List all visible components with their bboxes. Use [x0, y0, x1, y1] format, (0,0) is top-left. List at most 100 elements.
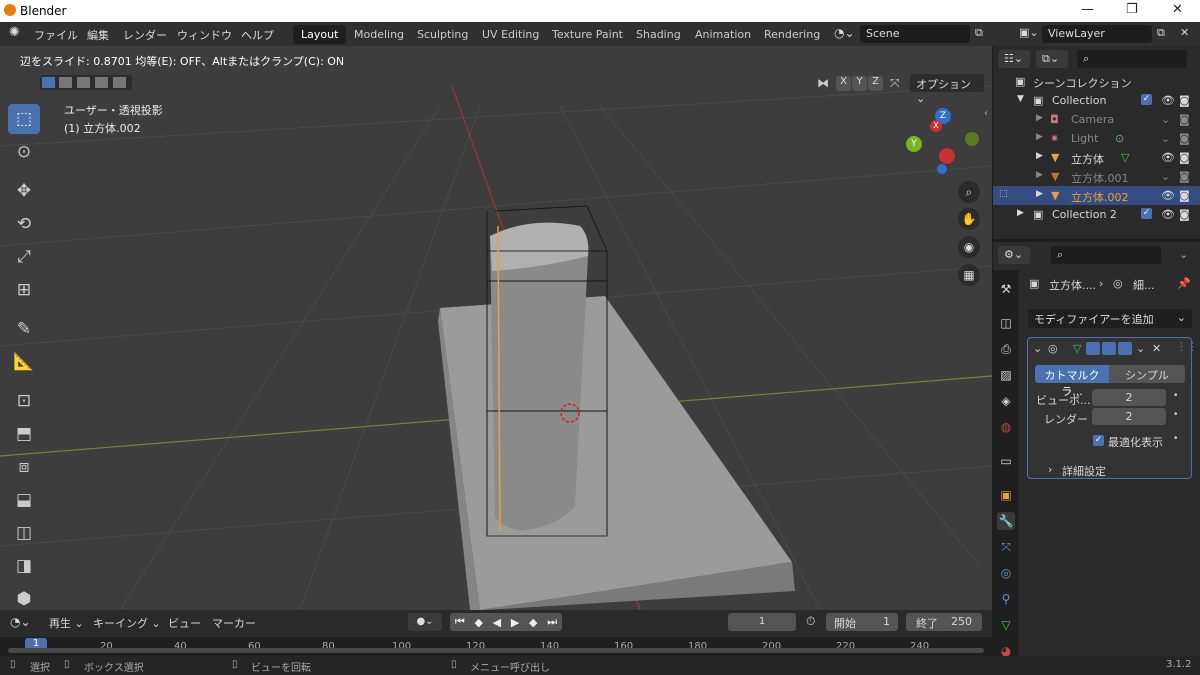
mode-new-icon[interactable]	[42, 77, 55, 88]
menu-edit[interactable]: 編集	[87, 27, 109, 43]
select-mode-buttons[interactable]	[40, 75, 132, 90]
outliner-search-input[interactable]: ⌕	[1077, 50, 1187, 68]
outliner-row-camera[interactable]: ▶ ◘ Camera ⌄ ◙	[993, 110, 1200, 129]
menu-help[interactable]: ヘルプ	[241, 27, 274, 43]
expand-arrow-icon[interactable]: ▶	[1036, 189, 1043, 199]
outliner-row-light[interactable]: ▶ ✷ Light ⊙ ⌄ ◙	[993, 129, 1200, 148]
collection-tab-icon[interactable]: ▭	[997, 452, 1015, 470]
annotate-tool-icon[interactable]: ✎	[8, 314, 40, 344]
visibility-hidden-icon[interactable]: ⌄	[1161, 170, 1170, 183]
visibility-eye-icon[interactable]: 👁	[1161, 151, 1175, 164]
gizmo-y-icon[interactable]: Y	[906, 136, 922, 152]
rotate-tool-icon[interactable]: ⟲	[8, 209, 40, 239]
options-dropdown[interactable]: オプション ⌄	[910, 74, 984, 105]
scene-type-icon[interactable]: ◔⌄	[834, 26, 855, 40]
outliner-row-cube[interactable]: ▶ ▼ 立方体 ▽ 👁 ◙	[993, 148, 1200, 167]
outliner-row-cube-001[interactable]: ▶ ▼ 立方体.001 ⌄ ◙	[993, 167, 1200, 186]
editmode-toggle-icon[interactable]	[1086, 342, 1100, 355]
start-frame-field[interactable]: 開始 1	[826, 613, 898, 631]
properties-search-input[interactable]: ⌕	[1051, 246, 1161, 264]
drag-handle-icon[interactable]: ⋮⋮	[1176, 340, 1198, 353]
render-camera-icon[interactable]: ◙	[1179, 208, 1190, 221]
current-frame-field[interactable]: 1	[728, 613, 796, 631]
mesh-data-icon[interactable]: ▽	[1121, 151, 1129, 164]
camera-view-icon[interactable]: ◉	[958, 236, 980, 258]
measure-tool-icon[interactable]: 📐	[8, 347, 40, 377]
mirror-y-button[interactable]: Y	[852, 76, 867, 91]
view-layer-tab-icon[interactable]: ▨	[997, 366, 1015, 384]
collection-checkbox[interactable]: ✓	[1141, 94, 1152, 105]
3d-viewport[interactable]: 辺をスライド: 0.8701 均等(E): OFF、Altまたはクランプ(C):…	[0, 46, 992, 610]
maximize-button[interactable]: ❐	[1126, 2, 1138, 17]
render-toggle-icon[interactable]	[1118, 342, 1132, 355]
bevel-tool-icon[interactable]: ⬓	[8, 485, 40, 515]
menu-render[interactable]: レンダー	[123, 27, 167, 43]
gizmo-x-icon[interactable]: X	[930, 120, 942, 132]
world-tab-icon[interactable]: ◍	[997, 418, 1015, 436]
mode-intersect-icon[interactable]	[113, 77, 126, 88]
tab-catmull-clark[interactable]: カトマルクラ...	[1035, 365, 1109, 398]
collection-checkbox[interactable]: ✓	[1141, 208, 1152, 219]
add-modifier-dropdown[interactable]: モディファイアーを追加 ⌄	[1028, 309, 1192, 328]
pin-icon[interactable]: 📌	[1177, 277, 1191, 290]
keyframe-dot-icon[interactable]: •	[1173, 410, 1178, 420]
visibility-eye-icon[interactable]: 👁	[1161, 208, 1175, 221]
expand-arrow-icon[interactable]: ▶	[1036, 170, 1043, 180]
tab-sculpting[interactable]: Sculpting	[409, 25, 476, 44]
menu-window[interactable]: ウィンドウ	[177, 27, 232, 43]
knife-tool-icon[interactable]: ◨	[8, 551, 40, 581]
loop-cut-tool-icon[interactable]: ◫	[8, 518, 40, 548]
particles-tab-icon[interactable]: ⤧	[997, 538, 1015, 556]
mode-subtract-icon[interactable]	[77, 77, 90, 88]
mirror-z-button[interactable]: Z	[868, 76, 883, 91]
copy-view-layer-icon[interactable]: ⧉	[1157, 26, 1165, 40]
render-camera-icon[interactable]: ◙	[1179, 189, 1190, 202]
output-tab-icon[interactable]: ⎙	[997, 340, 1015, 358]
tab-layout[interactable]: Layout	[293, 25, 347, 44]
gizmo-neg-y-icon[interactable]	[965, 132, 979, 146]
expand-arrow-icon[interactable]: ▼	[1017, 94, 1024, 104]
marker-menu[interactable]: マーカー	[212, 615, 256, 631]
visibility-eye-icon[interactable]: 👁	[1161, 189, 1175, 202]
visibility-eye-icon[interactable]: 👁	[1161, 94, 1175, 107]
light-data-icon[interactable]: ⊙	[1115, 132, 1124, 145]
ortho-grid-icon[interactable]: ▦	[958, 264, 980, 286]
render-camera-icon[interactable]: ◙	[1179, 170, 1190, 183]
playback-menu[interactable]: 再生 ⌄	[49, 615, 84, 631]
poly-build-tool-icon[interactable]: ⬢	[8, 584, 40, 610]
display-mode-icon[interactable]: ⧉⌄	[1036, 50, 1068, 68]
data-tab-icon[interactable]: ▽	[997, 616, 1015, 634]
expand-arrow-icon[interactable]: ▶	[1036, 151, 1043, 161]
scene-field[interactable]: Scene	[860, 25, 970, 43]
next-key-icon[interactable]: ◆	[529, 616, 537, 629]
timeline-editor-icon[interactable]: ◔⌄	[10, 615, 31, 629]
add-cube-tool-icon[interactable]: ⊡	[8, 386, 40, 416]
keyframe-dot-icon[interactable]: •	[1173, 391, 1178, 401]
record-toggle-icon[interactable]: ●⌄	[408, 613, 442, 631]
properties-editor-type-icon[interactable]: ⚙⌄	[998, 246, 1030, 264]
object-tab-icon[interactable]: ▣	[997, 486, 1015, 504]
visibility-hidden-icon[interactable]: ⌄	[1161, 113, 1170, 126]
mode-extend-icon[interactable]	[59, 77, 72, 88]
viewport-toggle-icon[interactable]	[1102, 342, 1116, 355]
scale-tool-icon[interactable]: ⤢	[8, 242, 40, 272]
edit-cage-icon[interactable]: ▽	[1073, 342, 1081, 355]
move-tool-icon[interactable]: ✥	[8, 176, 40, 206]
tab-modeling[interactable]: Modeling	[346, 25, 412, 44]
tab-texture-paint[interactable]: Texture Paint	[544, 25, 631, 44]
inset-tool-icon[interactable]: ⧈	[8, 452, 40, 482]
render-camera-icon[interactable]: ◙	[1179, 151, 1190, 164]
tab-rendering[interactable]: Rendering	[756, 25, 828, 44]
edit-mode-icon[interactable]: ⬚	[999, 189, 1008, 199]
mode-invert-icon[interactable]	[95, 77, 108, 88]
outliner-row-collection[interactable]: ▼ ▣ Collection ✓ 👁 ◙	[993, 91, 1200, 110]
sidebar-toggle-icon[interactable]: ‹	[984, 108, 988, 119]
advanced-expand-icon[interactable]: ›	[1048, 463, 1052, 476]
expand-arrow-icon[interactable]: ▶	[1036, 113, 1043, 123]
physics-tab-icon[interactable]: ◎	[997, 564, 1015, 582]
render-camera-icon[interactable]: ◙	[1179, 132, 1190, 145]
optimal-display-checkbox[interactable]: ✓	[1093, 435, 1104, 446]
tab-simple[interactable]: シンプル	[1109, 365, 1185, 383]
pan-hand-icon[interactable]: ✋	[958, 208, 980, 230]
properties-options-icon[interactable]: ⌄	[1179, 248, 1188, 261]
